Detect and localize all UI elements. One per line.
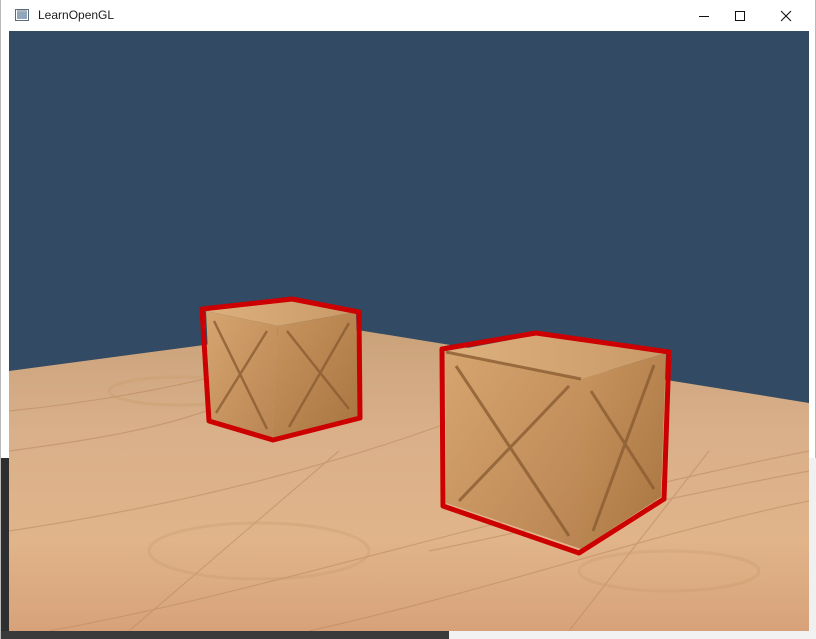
title-bar[interactable]: LearnOpenGL <box>1 0 815 31</box>
app-window: LearnOpenGL <box>0 0 816 639</box>
minimize-icon <box>698 10 710 22</box>
background-window-edge-right <box>809 458 816 631</box>
opengl-window-icon <box>15 8 29 21</box>
background-window-panel <box>449 631 816 639</box>
rendered-scene <box>9 31 809 631</box>
background-window-strip <box>1 631 816 639</box>
maximize-button[interactable] <box>717 0 763 31</box>
close-button[interactable] <box>763 0 809 31</box>
opengl-render-viewport[interactable] <box>9 31 809 631</box>
crate-left <box>199 296 363 443</box>
crate-right <box>439 330 672 556</box>
close-icon <box>780 10 792 22</box>
maximize-icon <box>734 10 746 22</box>
background-window-edge-left <box>1 458 9 631</box>
window-title: LearnOpenGL <box>38 8 115 22</box>
